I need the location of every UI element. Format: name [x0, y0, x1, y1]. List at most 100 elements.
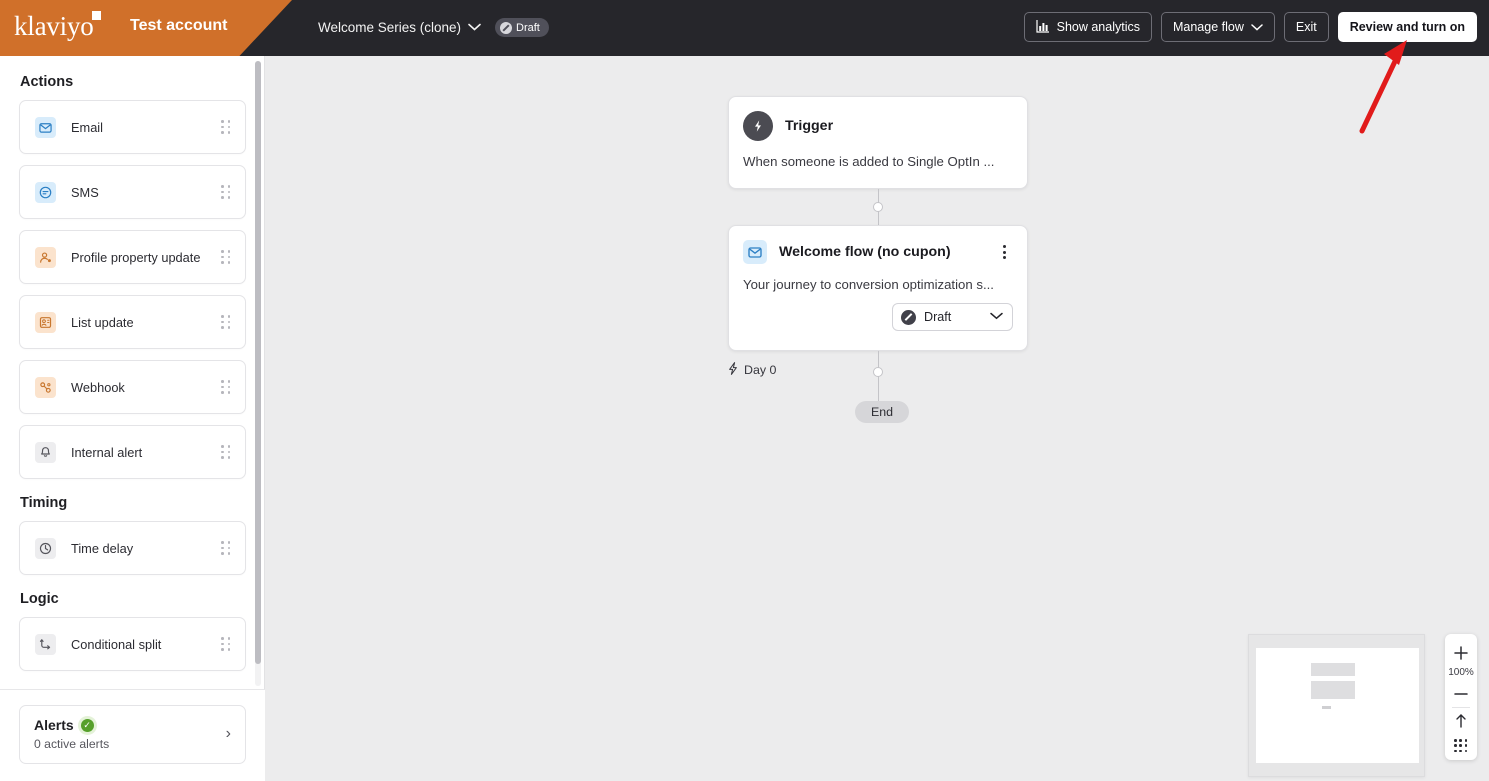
grid-dots-icon[interactable]	[1454, 739, 1468, 753]
klaviyo-square-dot-icon	[92, 11, 101, 20]
sidebar-section-title-timing: Timing	[20, 495, 68, 511]
sidebar-section-title-logic: Logic	[20, 591, 59, 607]
zoom-in-button[interactable]	[1445, 640, 1477, 666]
draft-slash-icon	[500, 21, 512, 34]
sidebar-item-label: Email	[71, 119, 103, 135]
exit-label: Exit	[1295, 20, 1317, 34]
person-edit-icon	[35, 246, 56, 268]
sidebar-section-title-actions: Actions	[20, 74, 74, 90]
email-node-footer: Draft	[729, 292, 1027, 331]
chat-bubble-icon	[35, 181, 56, 203]
draft-slash-icon	[901, 309, 916, 325]
drag-dots-icon[interactable]	[221, 541, 232, 555]
drag-dots-icon[interactable]	[221, 315, 232, 329]
email-node[interactable]: Welcome flow (no cupon) Your journey to …	[728, 225, 1028, 351]
review-and-turn-on-button[interactable]: Review and turn on	[1337, 12, 1477, 42]
email-node-title: Welcome flow (no cupon)	[779, 244, 951, 260]
sidebar-item-profile-property-update[interactable]: Profile property update	[19, 230, 246, 284]
flow-status-label: Draft	[516, 21, 540, 34]
sidebar-item-label: Conditional split	[71, 636, 162, 652]
sidebar-item-sms[interactable]: SMS	[19, 165, 246, 219]
day-label-text: Day 0	[744, 363, 777, 377]
check-circle-icon: ✓	[80, 718, 94, 732]
email-node-description: Your journey to conversion optimization …	[743, 277, 994, 292]
manage-flow-button[interactable]: Manage flow	[1160, 12, 1275, 42]
sidebar-item-label: List update	[71, 314, 134, 330]
chevron-down-icon	[468, 18, 481, 36]
sidebar-item-label: Profile property update	[71, 249, 201, 265]
sidebar-item-label: Internal alert	[71, 444, 143, 460]
zoom-controls: 100%	[1445, 634, 1477, 760]
drag-dots-icon[interactable]	[221, 120, 232, 134]
connector-node-icon[interactable]	[873, 367, 883, 377]
flow-status-badge: Draft	[495, 18, 549, 37]
sidebar-item-webhook[interactable]: Webhook	[19, 360, 246, 414]
bell-icon	[35, 441, 56, 463]
alerts-panel: Alerts ✓ 0 active alerts ›	[0, 689, 265, 781]
minimap-node-end	[1322, 706, 1331, 709]
show-analytics-label: Show analytics	[1056, 20, 1140, 34]
sidebar-item-internal-alert[interactable]: Internal alert	[19, 425, 246, 479]
webhook-icon	[35, 376, 56, 398]
flow-canvas[interactable]: Trigger When someone is added to Single …	[265, 56, 1489, 781]
manage-flow-label: Manage flow	[1172, 20, 1244, 34]
clock-icon	[35, 537, 56, 559]
flow-name-dropdown[interactable]: Welcome Series (clone)	[318, 18, 481, 36]
envelope-icon	[743, 240, 767, 264]
envelope-icon	[35, 116, 56, 138]
review-and-turn-on-label: Review and turn on	[1349, 20, 1465, 34]
trigger-node[interactable]: Trigger When someone is added to Single …	[728, 96, 1028, 189]
exit-button[interactable]: Exit	[1283, 12, 1329, 42]
sidebar-item-email[interactable]: Email	[19, 100, 246, 154]
account-name: Test account	[130, 17, 228, 34]
alerts-title-row: Alerts ✓	[34, 717, 226, 733]
sidebar-item-label: Webhook	[71, 379, 125, 395]
trigger-node-header: Trigger	[729, 97, 1027, 141]
drag-dots-icon[interactable]	[221, 445, 232, 459]
alerts-card[interactable]: Alerts ✓ 0 active alerts ›	[19, 705, 246, 764]
drag-dots-icon[interactable]	[221, 637, 232, 651]
end-node[interactable]: End	[855, 401, 910, 423]
split-arrows-icon	[35, 633, 56, 655]
email-node-header: Welcome flow (no cupon)	[729, 226, 1027, 264]
email-status-label: Draft	[924, 310, 952, 324]
lightning-bolt-circle-icon	[743, 111, 773, 141]
sidebar-item-time-delay[interactable]: Time delay	[19, 521, 246, 575]
alerts-title: Alerts	[34, 717, 74, 733]
minimap-viewport	[1256, 648, 1419, 763]
chevron-down-icon	[990, 311, 1003, 323]
drag-dots-icon[interactable]	[221, 380, 232, 394]
sidebar-item-list-update[interactable]: List update	[19, 295, 246, 349]
trigger-node-title: Trigger	[785, 118, 834, 134]
alerts-content: Alerts ✓ 0 active alerts	[34, 717, 226, 751]
klaviyo-logo[interactable]: klaviyo	[14, 11, 94, 42]
kebab-menu-icon[interactable]	[995, 245, 1013, 259]
top-header-bar: klaviyo Test account Welcome Series (clo…	[0, 0, 1489, 56]
chevron-down-icon	[1251, 20, 1263, 34]
connector-node-icon[interactable]	[873, 202, 883, 212]
sidebar-scrollbar[interactable]	[255, 61, 261, 686]
sidebar-item-conditional-split[interactable]: Conditional split	[19, 617, 246, 671]
flow-builder-screen: klaviyo Test account Welcome Series (clo…	[0, 0, 1489, 781]
sidebar-item-label: SMS	[71, 184, 99, 200]
sidebar-item-label: Time delay	[71, 540, 134, 556]
flow-minimap[interactable]	[1248, 634, 1425, 777]
lightning-bolt-icon	[727, 362, 739, 378]
email-status-dropdown[interactable]: Draft	[892, 303, 1013, 331]
bar-chart-icon	[1036, 19, 1050, 36]
components-sidebar: Actions Email SMS Profile property updat…	[0, 56, 265, 781]
show-analytics-button[interactable]: Show analytics	[1023, 12, 1152, 42]
sidebar-scrollbar-thumb[interactable]	[255, 61, 261, 664]
sidebar-scroll-area: Actions Email SMS Profile property updat…	[0, 56, 265, 691]
drag-dots-icon[interactable]	[221, 185, 232, 199]
minimap-node-email	[1311, 681, 1355, 699]
fit-to-view-button[interactable]	[1445, 708, 1477, 734]
flow-name-label: Welcome Series (clone)	[318, 19, 462, 35]
day-label: Day 0	[727, 362, 776, 378]
trigger-node-description: When someone is added to Single OptIn ..…	[743, 154, 995, 169]
minimap-node-trigger	[1311, 663, 1355, 676]
list-card-icon	[35, 311, 56, 333]
drag-dots-icon[interactable]	[221, 250, 232, 264]
zoom-level-label: 100%	[1448, 667, 1474, 678]
zoom-out-button[interactable]	[1445, 681, 1477, 707]
